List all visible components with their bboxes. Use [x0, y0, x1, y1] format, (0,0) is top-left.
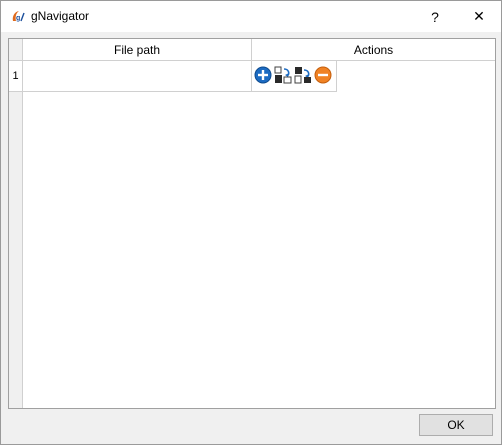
file-table: File path Actions 1	[8, 38, 496, 409]
ok-button[interactable]: OK	[419, 414, 493, 436]
help-button[interactable]: ?	[413, 1, 457, 32]
replace-icon[interactable]	[294, 66, 312, 84]
row-header-gutter	[9, 61, 23, 408]
title-bar: g gNavigator ? ✕	[1, 1, 501, 32]
app-logo-icon: g	[12, 11, 25, 22]
dialog-content: File path Actions 1 OK	[1, 32, 501, 444]
actions-cell	[252, 61, 337, 92]
svg-text:g: g	[16, 15, 20, 22]
close-button[interactable]: ✕	[457, 1, 501, 32]
row-header[interactable]: 1	[9, 61, 23, 92]
table-corner[interactable]	[9, 39, 23, 61]
remove-icon[interactable]	[314, 66, 332, 84]
column-header-actions[interactable]: Actions	[252, 39, 495, 61]
window-title: gNavigator	[31, 9, 90, 23]
file-path-cell[interactable]	[23, 61, 252, 92]
dialog-window: g gNavigator ? ✕ File path Actions 1 OK	[0, 0, 502, 445]
browse-icon[interactable]	[274, 66, 292, 84]
column-header-file-path[interactable]: File path	[23, 39, 252, 61]
add-icon[interactable]	[254, 66, 272, 84]
